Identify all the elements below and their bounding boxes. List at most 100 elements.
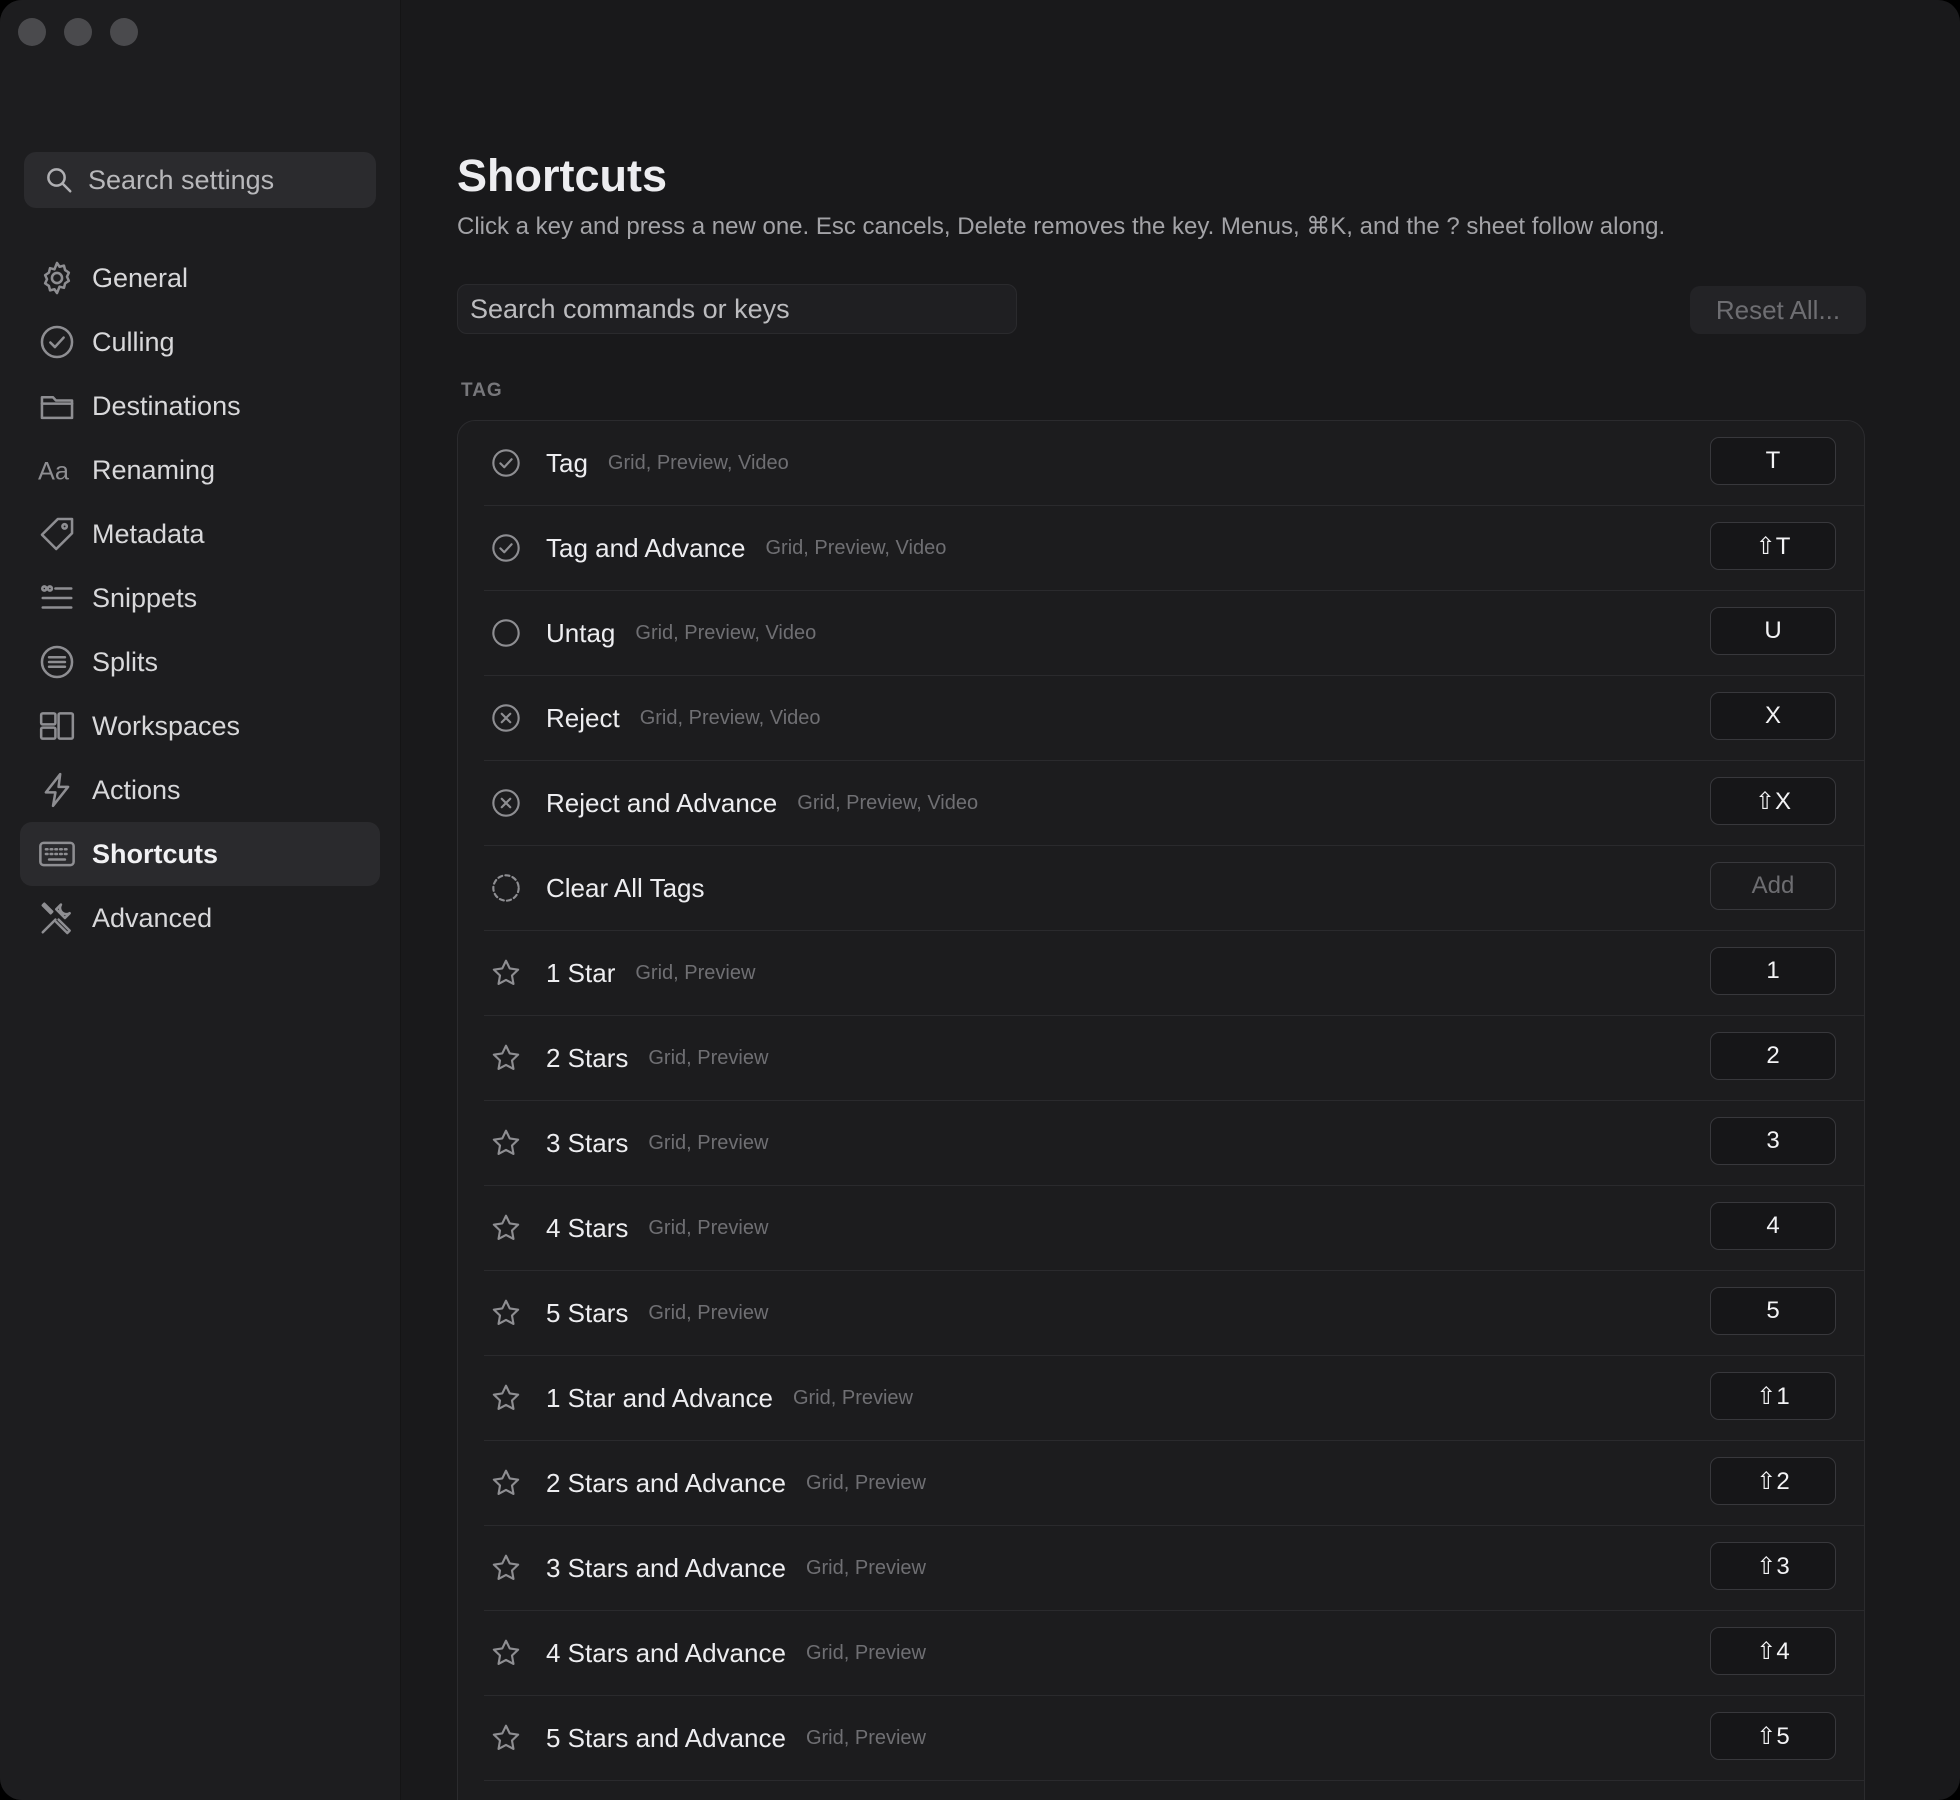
command-context: Grid, Preview xyxy=(805,1726,926,1749)
sidebar-item-splits[interactable]: Splits xyxy=(20,630,380,694)
command-name: 2 Stars xyxy=(546,1042,629,1073)
sidebar-item-label: Advanced xyxy=(92,902,213,933)
split-lines-icon xyxy=(36,641,78,683)
settings-search-placeholder: Search settings xyxy=(88,164,275,195)
minimize-window-button[interactable] xyxy=(64,18,92,46)
sidebar-item-label: Splits xyxy=(92,646,159,677)
shortcut-row: 4 Stars Grid, Preview 4 xyxy=(484,1186,1864,1271)
command-context: Grid, Preview xyxy=(648,1216,769,1239)
command-context: Grid, Preview xyxy=(805,1641,926,1664)
shortcut-row: 4 Stars and Advance Grid, Preview ⇧4 xyxy=(484,1611,1864,1696)
star-icon xyxy=(486,953,526,993)
command-name: 2 Stars and Advance xyxy=(546,1467,786,1498)
settings-nav: General Culling Destinations Aa Renaming Meta… xyxy=(20,246,380,950)
shortcut-key-button[interactable]: 2 xyxy=(1710,1032,1836,1080)
command-context: Grid, Preview, Video xyxy=(607,451,789,474)
window-controls xyxy=(18,18,138,46)
page-title: Shortcuts xyxy=(457,150,668,201)
shortcut-key-button[interactable]: 3 xyxy=(1710,1117,1836,1165)
shortcut-key-button[interactable]: ⇧2 xyxy=(1710,1457,1836,1505)
star-icon xyxy=(486,1378,526,1418)
command-name: Reject and Advance xyxy=(546,787,778,818)
reset-all-button[interactable]: Reset All... xyxy=(1690,286,1866,334)
shortcut-row: Untag Grid, Preview, Video U xyxy=(484,591,1864,676)
tag-icon xyxy=(36,513,78,555)
shortcut-key-button[interactable]: ⇧3 xyxy=(1710,1542,1836,1590)
settings-search-field[interactable]: Search settings xyxy=(24,152,376,208)
shortcut-key-button[interactable]: X xyxy=(1710,692,1836,740)
command-name: Tag xyxy=(546,447,588,478)
keyboard-icon xyxy=(36,833,78,875)
sidebar-item-culling[interactable]: Culling xyxy=(20,310,380,374)
shortcut-row: 2 Stars and Advance Grid, Preview ⇧2 xyxy=(484,1441,1864,1526)
command-name: 4 Stars xyxy=(546,1212,629,1243)
command-context: Grid, Preview xyxy=(792,1386,913,1409)
shortcut-key-button[interactable]: ⇧4 xyxy=(1710,1627,1836,1675)
command-context: Grid, Preview xyxy=(648,1131,769,1154)
search-icon xyxy=(47,168,72,193)
shortcut-key-button[interactable]: 1 xyxy=(1710,947,1836,995)
command-context: Grid, Preview xyxy=(805,1556,926,1579)
shortcut-key-button[interactable]: ⇧1 xyxy=(1710,1372,1836,1420)
x-circle-icon xyxy=(486,783,526,823)
command-name: Reject xyxy=(546,702,620,733)
shortcut-key-button[interactable]: ⇧5 xyxy=(1710,1712,1836,1760)
shortcut-key-button[interactable]: ⇧X xyxy=(1710,777,1836,825)
star-icon xyxy=(486,1718,526,1758)
sidebar-item-advanced[interactable]: Advanced xyxy=(20,886,380,950)
shortcut-key-button[interactable]: ⇧T xyxy=(1710,522,1836,570)
check-circle-icon xyxy=(36,321,78,363)
command-name: Tag and Advance xyxy=(546,532,746,563)
sidebar: Search settings General Culling Destinatio… xyxy=(0,0,401,1800)
empty-circle-icon xyxy=(486,613,526,653)
command-context: Grid, Preview xyxy=(805,1471,926,1494)
shortcut-key-button[interactable]: 4 xyxy=(1710,1202,1836,1250)
command-context: Grid, Preview, Video xyxy=(765,536,947,559)
folder-icon xyxy=(36,385,78,427)
shortcut-key-button[interactable]: U xyxy=(1710,607,1836,655)
command-name: 1 Star xyxy=(546,957,616,988)
layout-icon xyxy=(36,705,78,747)
command-search-input[interactable]: Search commands or keys xyxy=(457,284,1017,334)
sidebar-item-metadata[interactable]: Metadata xyxy=(20,502,380,566)
sidebar-item-label: Shortcuts xyxy=(92,838,219,869)
shortcut-row: 5 Stars and Advance Grid, Preview ⇧5 xyxy=(484,1696,1864,1781)
close-window-button[interactable] xyxy=(18,18,46,46)
check-circle-icon xyxy=(486,443,526,483)
command-context: Grid, Preview, Video xyxy=(797,791,979,814)
command-context: Grid, Preview xyxy=(648,1301,769,1324)
section-label-tag: TAG xyxy=(461,380,503,401)
sidebar-item-destinations[interactable]: Destinations xyxy=(20,374,380,438)
star-icon xyxy=(486,1548,526,1588)
star-icon xyxy=(486,1123,526,1163)
shortcut-row: Reject Grid, Preview, Video X xyxy=(484,676,1864,761)
sidebar-item-renaming[interactable]: Aa Renaming xyxy=(20,438,380,502)
command-name: 3 Stars and Advance xyxy=(546,1552,786,1583)
star-icon xyxy=(486,1038,526,1078)
sidebar-item-workspaces[interactable]: Workspaces xyxy=(20,694,380,758)
star-icon xyxy=(486,1463,526,1503)
sidebar-item-snippets[interactable]: Snippets xyxy=(20,566,380,630)
add-shortcut-button[interactable]: Add xyxy=(1710,862,1836,910)
command-name: 5 Stars xyxy=(546,1297,629,1328)
x-circle-icon xyxy=(486,698,526,738)
zoom-window-button[interactable] xyxy=(110,18,138,46)
settings-window: Search settings General Culling Destinatio… xyxy=(0,0,1960,1800)
sidebar-item-actions[interactable]: Actions xyxy=(20,758,380,822)
shortcut-key-button[interactable]: 5 xyxy=(1710,1287,1836,1335)
sidebar-item-general[interactable]: General xyxy=(20,246,380,310)
command-name: 3 Stars xyxy=(546,1127,629,1158)
sidebar-item-label: Snippets xyxy=(92,582,198,613)
command-name: 4 Stars and Advance xyxy=(546,1637,786,1668)
command-name: 1 Star and Advance xyxy=(546,1382,773,1413)
shortcut-row: 5 Stars Grid, Preview 5 xyxy=(484,1271,1864,1356)
check-circle-icon xyxy=(486,528,526,568)
command-name: 5 Stars and Advance xyxy=(546,1722,786,1753)
sidebar-item-shortcuts[interactable]: Shortcuts xyxy=(20,822,380,886)
shortcut-row: Tag Grid, Preview, Video T xyxy=(484,421,1864,506)
command-name: Clear All Tags xyxy=(546,872,705,903)
shortcut-key-button[interactable]: T xyxy=(1710,437,1836,485)
command-context: Grid, Preview xyxy=(635,961,756,984)
text-aa-icon: Aa xyxy=(36,449,78,491)
shortcut-row: 2 Stars Grid, Preview 2 xyxy=(484,1016,1864,1101)
